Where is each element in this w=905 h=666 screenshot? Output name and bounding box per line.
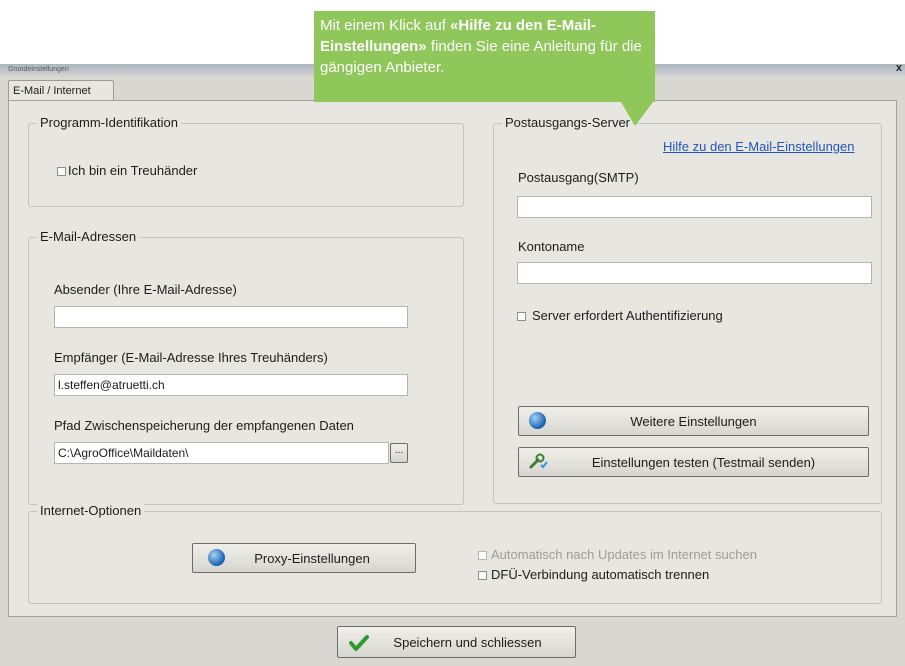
test-settings-label: Einstellungen testen (Testmail senden) — [591, 455, 816, 470]
callout-prefix: Mit einem Klick auf — [320, 17, 451, 34]
auth-checkbox[interactable] — [517, 312, 526, 321]
group-title-email: E-Mail-Adressen — [37, 229, 140, 244]
test-settings-button[interactable]: Einstellungen testen (Testmail senden) — [518, 447, 869, 477]
email-settings-help-link[interactable]: Hilfe zu den E-Mail-Einstellungen — [663, 139, 854, 154]
recipient-label: Empfänger (E-Mail-Adresse Ihres Treuhänd… — [54, 350, 328, 365]
sender-email-input[interactable] — [54, 306, 408, 328]
save-and-close-button[interactable]: Speichern und schliessen — [337, 626, 576, 658]
auth-label: Server erfordert Authentifizierung — [532, 308, 723, 323]
path-input[interactable]: C:\AgroOffice\Maildaten\ — [54, 442, 389, 464]
group-title-internet: Internet-Optionen — [37, 503, 145, 518]
account-input[interactable] — [517, 262, 872, 284]
auto-update-label: Automatisch nach Updates im Internet suc… — [491, 547, 757, 562]
group-title-server: Postausgangs-Server — [502, 115, 634, 130]
proxy-settings-label: Proxy-Einstellungen — [254, 551, 370, 566]
tab-email-internet[interactable]: E-Mail / Internet — [8, 80, 114, 101]
group-outgoing-server: Postausgangs-Server Hilfe zu den E-Mail-… — [493, 115, 882, 504]
callout-pointer — [621, 102, 653, 126]
group-email-addresses: E-Mail-Adressen Absender (Ihre E-Mail-Ad… — [28, 229, 464, 505]
path-label: Pfad Zwischenspeicherung der empfangenen… — [54, 418, 354, 433]
dfue-disconnect-label: DFÜ-Verbindung automatisch trennen — [491, 567, 710, 582]
more-settings-label: Weitere Einstellungen — [630, 414, 757, 429]
tab-panel: Programm-Identifikation Ich bin ein Treu… — [8, 100, 897, 617]
account-label: Kontoname — [518, 239, 585, 254]
settings-window: Grundeinstellungen x E-Mail / Internet P… — [0, 62, 905, 666]
group-title-program: Programm-Identifikation — [37, 115, 181, 130]
browse-path-label: ... — [394, 445, 404, 456]
browse-path-button[interactable]: ... — [390, 443, 408, 463]
smtp-input[interactable] — [517, 196, 872, 218]
group-program-identification: Programm-Identifikation Ich bin ein Treu… — [28, 115, 464, 207]
save-and-close-label: Speichern und schliessen — [393, 635, 542, 650]
proxy-settings-button[interactable]: Proxy-Einstellungen — [192, 543, 416, 573]
help-callout: Mit einem Klick auf «Hilfe zu den E-Mail… — [314, 11, 655, 102]
group-internet-options: Internet-Optionen Proxy-Einstellungen Au… — [28, 503, 882, 604]
treuhaender-checkbox[interactable] — [57, 167, 66, 176]
window-title: Grundeinstellungen — [8, 66, 69, 73]
smtp-label: Postausgang(SMTP) — [518, 170, 639, 185]
dfue-disconnect-checkbox[interactable] — [478, 571, 487, 580]
treuhaender-label: Ich bin ein Treuhänder — [68, 163, 198, 178]
auto-update-checkbox[interactable] — [478, 551, 487, 560]
sender-label: Absender (Ihre E-Mail-Adresse) — [54, 282, 237, 297]
close-icon[interactable]: x — [896, 62, 902, 74]
more-settings-button[interactable]: Weitere Einstellungen — [518, 406, 869, 436]
callout-quote-close: » — [418, 38, 427, 55]
recipient-email-input[interactable]: l.steffen@atruetti.ch — [54, 374, 408, 396]
